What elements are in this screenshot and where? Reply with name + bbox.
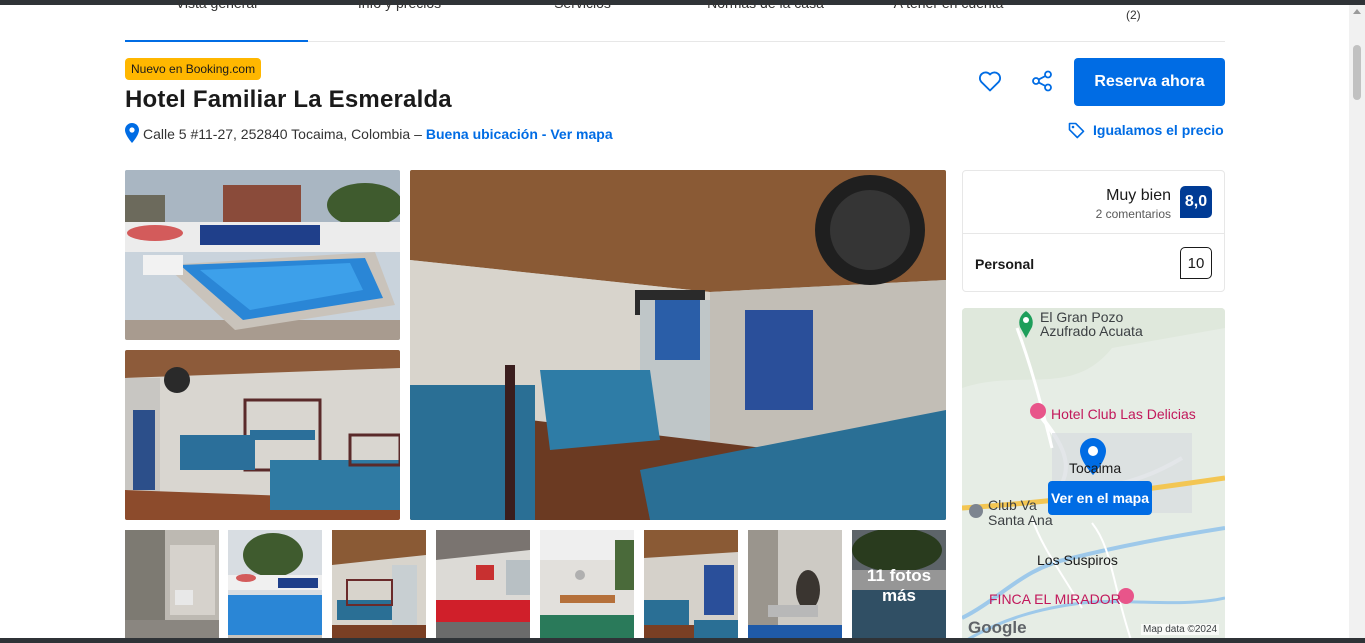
thumbnail-dining[interactable] <box>540 530 634 643</box>
google-logo: Google <box>968 618 1027 637</box>
scrollbar-thumb[interactable] <box>1353 45 1361 100</box>
scroll-up-icon[interactable] <box>1353 9 1361 14</box>
page-scrollbar[interactable] <box>1349 5 1365 638</box>
price-tag-icon <box>1068 122 1085 138</box>
map-label-club-delicias: Hotel Club Las Delicias <box>1051 406 1196 422</box>
heart-icon <box>978 70 1002 97</box>
favorite-button[interactable] <box>975 68 1005 98</box>
map-label-gran-pozo: El Gran Pozo Azufrado Acuata <box>1040 309 1143 339</box>
photo-pool[interactable] <box>125 170 400 340</box>
review-score-card[interactable]: Muy bien 2 comentarios 8,0 Personal 10 <box>962 170 1225 292</box>
section-tabs: Vista general Info y precios Servicios N… <box>125 0 1225 42</box>
map-attribution: Map data ©2024 <box>1141 624 1220 635</box>
photo-bunk-room[interactable] <box>125 350 400 520</box>
location-map-link[interactable]: Buena ubicación - Ver mapa <box>426 126 613 142</box>
share-button[interactable] <box>1027 68 1057 98</box>
more-photos-overlay: 11 fotos más <box>852 530 946 643</box>
photo-main-room[interactable] <box>410 170 946 520</box>
reserve-now-button[interactable]: Reserva ahora <box>1074 58 1225 106</box>
thumbnail-bathroom[interactable] <box>125 530 219 643</box>
thumbnail-game-room[interactable] <box>436 530 530 643</box>
window-bottom-bar <box>0 638 1365 643</box>
review-summary: Muy bien 2 comentarios 8,0 <box>963 171 1224 234</box>
thumbnail-room-beds[interactable] <box>644 530 738 643</box>
staff-label: Personal <box>975 256 1035 272</box>
price-match-link[interactable]: Igualamos el precio <box>1068 120 1224 140</box>
map-label-suspiros: Los Suspiros <box>1037 552 1118 568</box>
hotel-address: Calle 5 #11-27, 252840 Tocaima, Colombia… <box>125 122 613 146</box>
price-match-label: Igualamos el precio <box>1093 122 1224 138</box>
tab-fine-print[interactable]: A tener en cuenta <box>857 0 1040 42</box>
tab-services[interactable]: Servicios <box>491 0 674 42</box>
hotel-name: Hotel Familiar La Esmeralda <box>125 86 452 113</box>
thumbnail-kitchen[interactable] <box>748 530 842 643</box>
tab-overview[interactable]: Vista general <box>125 0 308 42</box>
map-label-finca: FINCA EL MIRADOR <box>989 591 1121 607</box>
tab-reviews-count[interactable]: (2) <box>1126 8 1141 22</box>
review-word: Muy bien <box>1106 187 1171 204</box>
thumbnail-more-photos[interactable]: 11 fotos más <box>852 530 946 643</box>
share-icon <box>1031 70 1053 97</box>
thumbnail-bedroom[interactable] <box>332 530 426 643</box>
view-on-map-button[interactable]: Ver en el mapa <box>1048 481 1152 515</box>
staff-score-badge: 10 <box>1180 247 1212 279</box>
map-label-tocaima: Tocaima <box>1069 460 1122 476</box>
review-score-badge: 8,0 <box>1180 186 1212 218</box>
map-label-club-santa-ana: Club Va Santa Ana <box>988 497 1053 528</box>
address-text: Calle 5 #11-27, 252840 Tocaima, Colombia… <box>143 126 422 142</box>
tab-info-prices[interactable]: Info y precios <box>308 0 491 42</box>
review-count: 2 comentarios <box>1095 207 1171 221</box>
location-map[interactable]: El Gran Pozo Azufrado Acuata Hotel Club … <box>962 308 1225 643</box>
thumbnail-pool[interactable] <box>228 530 322 643</box>
tab-house-rules[interactable]: Normas de la casa <box>674 0 857 42</box>
location-pin-icon <box>125 122 139 146</box>
new-on-booking-badge: Nuevo en Booking.com <box>125 58 262 80</box>
